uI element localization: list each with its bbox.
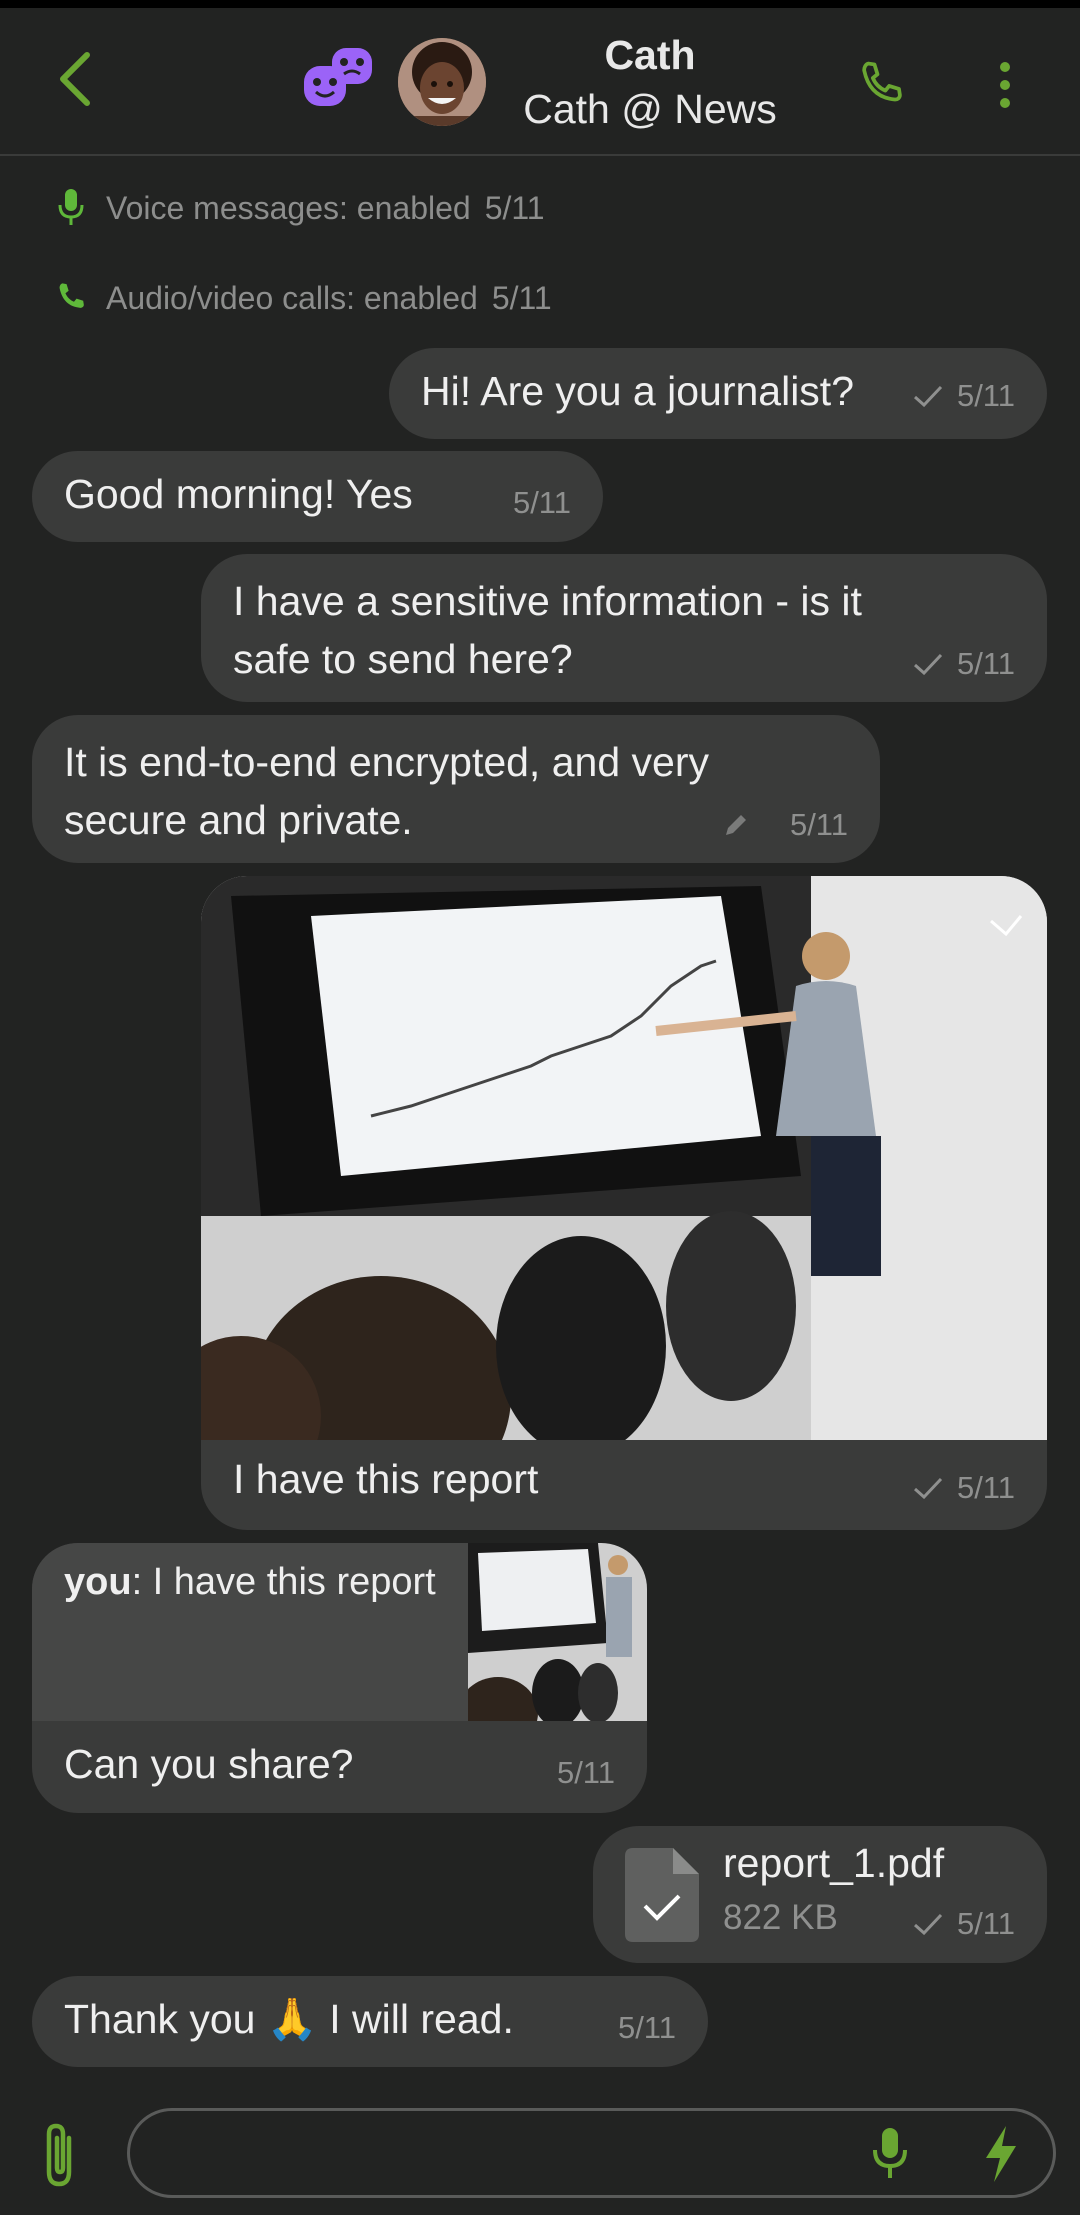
- chat-subtitle: Cath @ News: [523, 86, 777, 132]
- quote-text: : I have this report: [131, 1561, 436, 1603]
- event-label: Voice messages: enabled: [106, 189, 471, 226]
- checkmark-icon: [913, 1477, 943, 1499]
- microphone-icon: [50, 187, 92, 229]
- report-photo[interactable]: [201, 876, 1047, 1440]
- quote-author: you: [64, 1561, 132, 1603]
- contact-avatar[interactable]: [398, 38, 486, 126]
- quoted-image-thumbnail: [468, 1543, 647, 1721]
- event-label: Audio/video calls: enabled: [106, 279, 478, 316]
- checkmark-icon: [913, 653, 943, 675]
- message-time: 5/11: [956, 378, 1015, 413]
- chat-title: Cath: [604, 32, 696, 78]
- message-outgoing-file[interactable]: report_1.pdf 822 KB 5/11: [593, 1826, 1047, 1963]
- message-text-line-1: I have a sensitive information - is it: [233, 578, 862, 624]
- message-text-line-1: It is end-to-end encrypted, and very: [64, 739, 709, 785]
- image-caption: I have this report: [233, 1456, 539, 1502]
- event-time: 5/11: [484, 189, 545, 226]
- message-time: 5/11: [556, 1755, 615, 1790]
- event-time: 5/11: [491, 279, 552, 316]
- message-incoming[interactable]: Thank you 🙏 I will read. 5/11: [32, 1976, 708, 2067]
- composer-bar: [0, 2080, 1080, 2215]
- message-incoming[interactable]: It is end-to-end encrypted, and very sec…: [32, 715, 880, 863]
- message-text-line-2: secure and private.: [64, 797, 413, 843]
- chevron-left-icon: [60, 52, 90, 106]
- quoted-message[interactable]: you: I have this report: [32, 1543, 468, 1721]
- paperclip-icon: [46, 2123, 72, 2187]
- message-text: Thank you 🙏 I will read.: [64, 1996, 514, 2042]
- file-icon[interactable]: [625, 1848, 699, 1942]
- message-meta: 5/11: [913, 1470, 1015, 1506]
- checkmark-icon: [913, 1913, 943, 1935]
- message-incoming[interactable]: Good morning! Yes 5/11: [32, 451, 603, 542]
- chat-header: Cath Cath @ News: [0, 8, 1080, 156]
- event-voice-messages: Voice messages: enabled 5/11: [50, 183, 545, 233]
- message-meta: 5/11: [913, 646, 1015, 682]
- message-outgoing[interactable]: I have a sensitive information - is it s…: [201, 554, 1047, 702]
- file-name: report_1.pdf: [723, 1840, 945, 1886]
- message-input[interactable]: [127, 2108, 1056, 2198]
- edited-pencil-icon: [725, 815, 746, 835]
- message-time: 5/11: [956, 646, 1015, 681]
- incognito-icon: [300, 44, 382, 126]
- quick-action-button[interactable]: [976, 2121, 1026, 2187]
- file-size: 822 KB: [723, 1898, 838, 1937]
- message-time: 5/11: [956, 1470, 1015, 1505]
- phone-icon: [862, 61, 902, 102]
- message-text: Hi! Are you a journalist?: [421, 368, 855, 414]
- checkmark-icon: [913, 385, 943, 407]
- microphone-icon: [873, 2128, 907, 2178]
- message-meta: 5/11: [722, 807, 848, 843]
- message-outgoing[interactable]: Hi! Are you a journalist? 5/11: [389, 348, 1047, 439]
- more-vertical-icon: [1000, 62, 1010, 108]
- attach-button[interactable]: [30, 2120, 90, 2190]
- message-text-line-2: safe to send here?: [233, 636, 573, 682]
- message-text: Good morning! Yes: [64, 471, 413, 517]
- message-time: 5/11: [617, 2010, 676, 2045]
- message-meta: 5/11: [913, 1906, 1015, 1942]
- message-time: 5/11: [512, 485, 571, 520]
- message-time: 5/11: [789, 807, 848, 842]
- event-calls: Audio/video calls: enabled 5/11: [50, 273, 552, 323]
- lightning-icon: [986, 2126, 1016, 2182]
- phone-icon: [50, 277, 92, 319]
- back-button[interactable]: [40, 44, 110, 114]
- message-meta: 5/11: [913, 378, 1015, 414]
- message-text: Can you share?: [64, 1741, 354, 1787]
- more-options-button[interactable]: [970, 50, 1040, 120]
- chat-title-block[interactable]: Cath Cath @ News: [500, 30, 800, 138]
- call-button[interactable]: [846, 50, 916, 120]
- message-incoming-reply[interactable]: you: I have this report Can you share? 5…: [32, 1543, 647, 1813]
- voice-record-button[interactable]: [860, 2121, 920, 2187]
- status-bar-strip: [0, 0, 1080, 8]
- message-time: 5/11: [956, 1906, 1015, 1941]
- message-outgoing-image[interactable]: I have this report 5/11: [201, 876, 1047, 1530]
